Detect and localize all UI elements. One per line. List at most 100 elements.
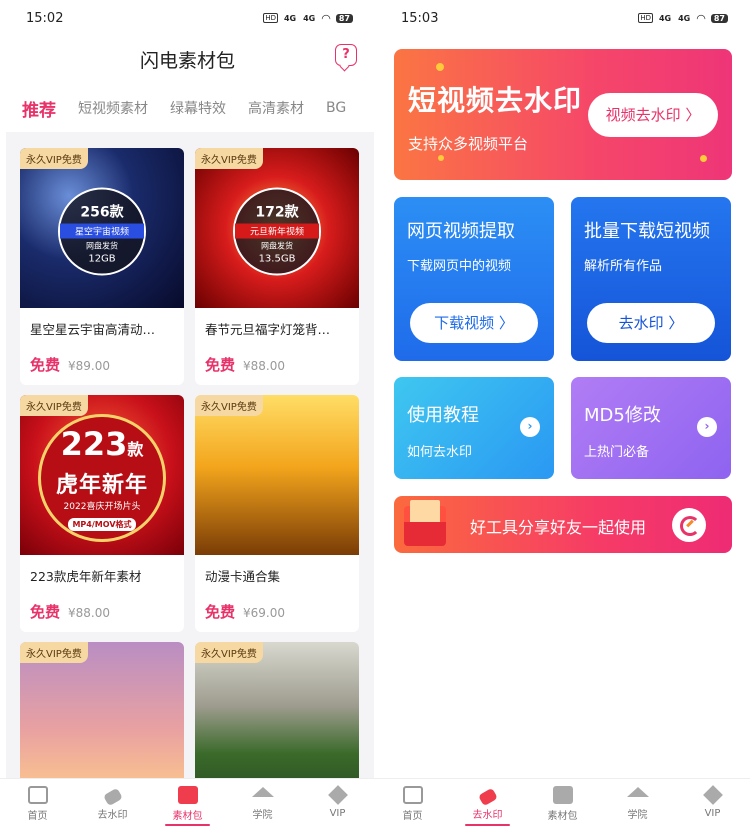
vip-badge: 永久VIP免费	[195, 148, 263, 169]
tutorial-tile[interactable]: 使用教程 如何去水印 ›	[394, 377, 554, 479]
overlay-band: 星空宇宙视频	[60, 223, 144, 239]
vip-badge: 永久VIP免费	[20, 395, 88, 416]
original-price: ¥69.00	[243, 606, 286, 620]
graduation-cap-icon	[626, 786, 649, 797]
status-time: 15:03	[401, 10, 439, 26]
header: 闪电素材包 ?	[0, 36, 375, 82]
product-thumbnail: 永久VIP免费 223款 虎年新年 2022喜庆开场片头 MP4/MOV格式	[20, 395, 184, 555]
product-thumbnail: 永久VIP免费	[195, 642, 359, 778]
overlay-note: 网盘发货	[86, 241, 118, 251]
overlay-size: 12GB	[88, 253, 116, 265]
nav-material[interactable]: 素材包	[150, 779, 225, 828]
page-title: 闪电素材包	[139, 50, 235, 72]
tile-subtitle: 解析所有作品	[584, 259, 663, 274]
decor-dot	[438, 155, 444, 161]
product-card[interactable]: 永久VIP免费 256款 星空宇宙视频 网盘发货 12GB 星空星云宇宙高清动……	[20, 148, 184, 385]
tile-subtitle: 如何去水印	[407, 445, 473, 460]
nav-label: 素材包	[172, 810, 203, 822]
watermark-banner[interactable]: 短视频去水印 支持众多视频平台 视频去水印 〉	[394, 49, 732, 180]
nav-home[interactable]: 首页	[0, 779, 75, 828]
nav-label: 学院	[252, 809, 273, 821]
diamond-icon	[327, 785, 348, 805]
overlay-main: 虎年新年	[55, 473, 148, 499]
graduation-cap-icon	[251, 786, 274, 797]
overlay-count: 223	[60, 425, 128, 464]
status-bar: 15:03 HD 4G 4G ◠ 87	[375, 0, 750, 36]
bottom-nav: 首页 去水印 素材包 学院 VIP	[375, 778, 750, 828]
thumbnail-overlay: 223款 虎年新年 2022喜庆开场片头 MP4/MOV格式	[38, 414, 166, 543]
nav-material[interactable]: 素材包	[525, 779, 600, 828]
wifi-icon: ◠	[696, 11, 706, 25]
category-tabs: 推荐 短视频素材 绿幕特效 高清素材 BG	[0, 94, 375, 122]
tab-green-screen[interactable]: 绿幕特效	[170, 98, 226, 118]
banner-title: 短视频去水印	[408, 84, 583, 117]
share-icon[interactable]	[672, 508, 706, 542]
status-time: 15:02	[26, 10, 64, 26]
free-label: 免费	[205, 356, 236, 374]
share-banner[interactable]: 好工具分享好友一起使用	[394, 496, 732, 553]
tab-recommended[interactable]: 推荐	[22, 96, 56, 121]
signal-icon: 4G	[283, 13, 297, 23]
hd-icon: HD	[638, 13, 653, 23]
md5-modify-tile[interactable]: MD5修改 上热门必备 ›	[571, 377, 731, 479]
tab-short-video[interactable]: 短视频素材	[78, 98, 148, 118]
folder-icon	[552, 785, 573, 804]
nav-vip[interactable]: VIP	[300, 779, 375, 828]
overlay-count: 172款	[255, 204, 299, 221]
nav-label: 首页	[402, 810, 423, 822]
nav-label: 去水印	[97, 809, 128, 821]
product-card[interactable]: 永久VIP免费 172款 元旦新年视频 网盘发货 13.5GB 春节元旦福字灯笼…	[195, 148, 359, 385]
vip-badge: 永久VIP免费	[195, 642, 263, 663]
vip-badge: 永久VIP免费	[20, 642, 88, 663]
price-row: 免费 ¥88.00	[195, 338, 359, 385]
tile-subtitle: 下载网页中的视频	[407, 259, 512, 274]
remove-watermark-batch-button[interactable]: 去水印 〉	[587, 303, 715, 343]
original-price: ¥89.00	[68, 359, 111, 373]
wifi-icon: ◠	[321, 11, 331, 25]
signal-icon: 4G	[678, 13, 691, 23]
tab-bg[interactable]: BG	[326, 100, 346, 116]
nav-home[interactable]: 首页	[375, 779, 450, 828]
product-title: 动漫卡通合集	[205, 569, 281, 584]
vip-badge: 永久VIP免费	[20, 148, 88, 169]
overlay-format: MP4/MOV格式	[68, 518, 136, 532]
nav-academy[interactable]: 学院	[225, 779, 300, 828]
help-icon[interactable]: ?	[335, 44, 357, 66]
nav-label: 去水印	[472, 809, 503, 821]
nav-vip[interactable]: VIP	[675, 779, 750, 828]
batch-download-tile[interactable]: 批量下载短视频 解析所有作品 去水印 〉	[571, 197, 731, 361]
product-title: 223款虎年新年素材	[30, 569, 142, 584]
nav-watermark[interactable]: 去水印	[75, 779, 150, 828]
product-card[interactable]: 永久VIP免费 动漫卡通合集 免费 ¥69.00	[195, 395, 359, 632]
product-title: 春节元旦福字灯笼背…	[205, 322, 331, 337]
nav-label: 素材包	[547, 810, 578, 822]
web-video-extract-tile[interactable]: 网页视频提取 下载网页中的视频 下载视频 〉	[394, 197, 554, 361]
battery-icon: 87	[335, 13, 353, 23]
hd-icon: HD	[263, 13, 278, 23]
thumbnail-overlay: 172款 元旦新年视频 网盘发货 13.5GB	[233, 187, 321, 276]
nav-academy[interactable]: 学院	[600, 779, 675, 828]
nav-watermark[interactable]: 去水印	[450, 779, 525, 828]
signal-icon: 4G	[303, 13, 316, 23]
bottom-nav: 首页 去水印 素材包 学院 VIP	[0, 778, 375, 828]
chevron-right-icon[interactable]: ›	[520, 417, 540, 437]
tab-hd-material[interactable]: 高清素材	[248, 98, 304, 118]
product-title: 星空星云宇宙高清动…	[30, 322, 156, 337]
material-pack-screen: 15:02 HD 4G 4G ◠ 87 闪电素材包 ? 推荐 短视频素材 绿幕特…	[0, 0, 375, 828]
product-card[interactable]: 永久VIP免费	[20, 642, 184, 778]
product-grid: 永久VIP免费 256款 星空宇宙视频 网盘发货 12GB 星空星云宇宙高清动……	[6, 132, 374, 778]
status-icons: HD 4G 4G ◠ 87	[638, 12, 728, 25]
product-card[interactable]: 永久VIP免费 223款 虎年新年 2022喜庆开场片头 MP4/MOV格式 2…	[20, 395, 184, 632]
download-video-button[interactable]: 下载视频 〉	[410, 303, 538, 343]
battery-icon: 87	[710, 13, 728, 23]
product-card[interactable]: 永久VIP免费	[195, 642, 359, 778]
remove-watermark-button[interactable]: 视频去水印 〉	[588, 93, 718, 137]
tile-title: MD5修改	[584, 405, 661, 426]
overlay-note: 网盘发货	[261, 241, 293, 251]
price-row: 免费 ¥89.00	[20, 338, 184, 385]
overlay-sub: 2022喜庆开场片头	[63, 502, 141, 513]
overlay-size: 13.5GB	[258, 253, 296, 265]
chevron-right-icon[interactable]: ›	[697, 417, 717, 437]
nav-label: 学院	[627, 809, 648, 821]
watermark-tools-screen: 15:03 HD 4G 4G ◠ 87 短视频去水印 支持众多视频平台 视频去水…	[375, 0, 750, 828]
